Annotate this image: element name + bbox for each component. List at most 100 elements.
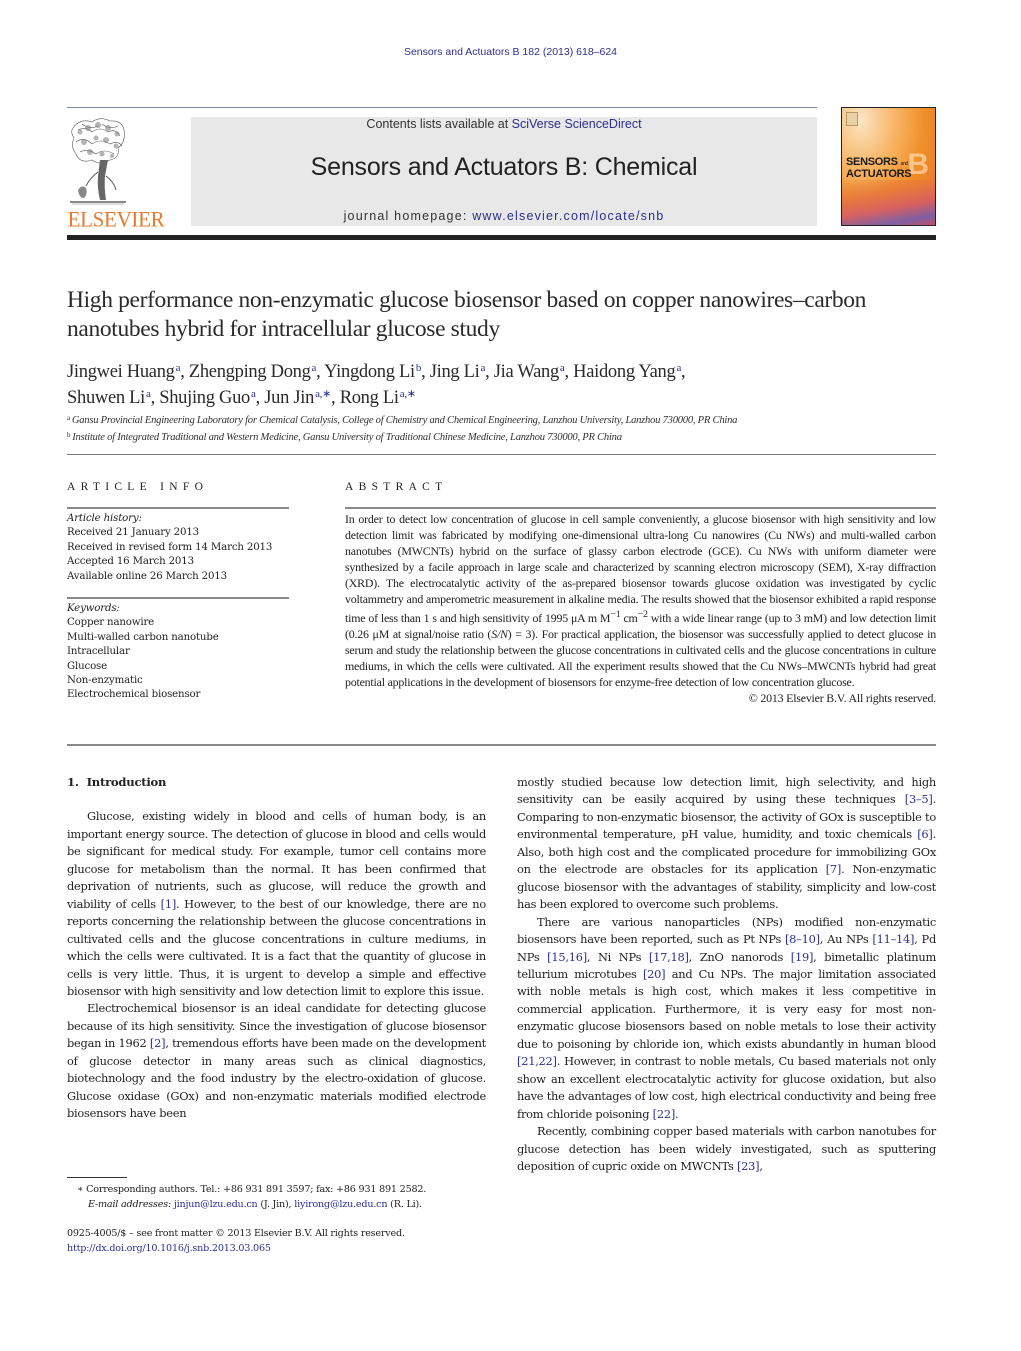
affiliation-a: a Gansu Provincial Engineering Laboratory… (67, 411, 947, 428)
abstract-bottom-rule (67, 744, 936, 746)
contents-prefix: Contents lists available at (366, 117, 512, 131)
right-paragraphs: mostly studied because low detection lim… (517, 774, 936, 1175)
author-separator: , (331, 388, 340, 408)
doi-link[interactable]: http://dx.doi.org/10.1016/j.snb.2013.03.… (67, 1241, 507, 1256)
keyword-item: Multi-walled carbon nanotube (67, 631, 219, 643)
author-name: Jia Wang (493, 362, 559, 382)
keywords-label: Keywords: (67, 603, 120, 614)
cover-word-sensors: SENSORS (846, 156, 898, 168)
citation-link[interactable]: [8–10] (785, 932, 820, 946)
section-heading-introduction: 1. Introduction (67, 774, 486, 791)
body-paragraph: Recently, combining copper based materia… (517, 1123, 936, 1175)
citation-link[interactable]: [6] (917, 827, 933, 841)
author-list: Jingwei Huanga, Zhengping Donga, Yingdon… (67, 357, 937, 409)
citation-link[interactable]: [23] (737, 1159, 760, 1173)
citation-link[interactable]: [17,18] (649, 950, 689, 964)
author-name: Jingwei Huang (67, 362, 175, 382)
email-link-jin[interactable]: jinjun@lzu.edu.cn (174, 1199, 258, 1210)
author-affiliation-link[interactable]: a,∗ (400, 388, 416, 400)
journal-reference-link[interactable]: Sensors and Actuators B 182 (2013) 618–6… (0, 46, 1021, 58)
citation-link[interactable]: [2] (150, 1036, 166, 1050)
keyword-item: Glucose (67, 660, 108, 672)
affiliation-b: b Institute of Integrated Traditional and… (67, 428, 947, 445)
abstract-body: In order to detect low concentration of … (345, 512, 936, 707)
cover-artwork (842, 180, 935, 225)
keywords-rule (67, 597, 289, 599)
affiliation-rule (67, 454, 936, 455)
body-text: , Au NPs (819, 932, 873, 947)
author-affiliation-link[interactable]: a,∗ (315, 388, 331, 400)
body-paragraph: Glucose, existing widely in blood and ce… (67, 808, 486, 1000)
author-name: Zhengping Dong (188, 362, 311, 382)
footnotes: ∗ Corresponding authors. Tel.: +86 931 8… (67, 1182, 507, 1212)
body-text: , ZnO nanorods (688, 949, 791, 964)
issn-block: 0925-4005/$ – see front matter © 2013 El… (67, 1226, 507, 1256)
body-text: mostly studied because low detection lim… (517, 775, 936, 807)
author-separator: , (564, 362, 574, 382)
article-info-rule (67, 507, 289, 509)
author-name: Yingdong Li (324, 362, 415, 382)
body-text: , Ni NPs (586, 949, 649, 964)
citation-link[interactable]: [19] (791, 950, 814, 964)
author-name: Haidong Yang (573, 362, 676, 382)
journal-cover-image: B SENSORS and ACTUATORS (841, 107, 936, 226)
affiliation-text: Gansu Provincial Engineering Laboratory … (71, 415, 738, 426)
citation-link[interactable]: [20] (643, 967, 666, 981)
keyword-item: Non-enzymatic (67, 675, 143, 687)
author-line-1: Jingwei Huanga, Zhengping Donga, Yingdon… (67, 357, 937, 383)
citation-link[interactable]: [22] (653, 1107, 676, 1121)
author-name: Shuwen Li (67, 388, 145, 408)
history-item: Received 21 January 2013 (67, 527, 199, 539)
history-item: Accepted 16 March 2013 (67, 556, 194, 568)
body-text: . (675, 1106, 679, 1121)
journal-title: Sensors and Actuators B: Chemical (310, 153, 698, 181)
superscript: −1 (610, 609, 621, 621)
email-link-li[interactable]: liyirong@lzu.edu.cn (294, 1199, 387, 1210)
body-paragraph: mostly studied because low detection lim… (517, 774, 936, 914)
article-history: Article history: Received 21 January 201… (67, 512, 292, 584)
citation-link[interactable]: [15,16] (547, 950, 587, 964)
citation-link[interactable]: [7] (826, 862, 842, 876)
history-label: Article history: (67, 513, 142, 524)
body-text: . However, in contrast to noble metals, … (517, 1054, 936, 1121)
email-note: E-mail addresses: jinjun@lzu.edu.cn (J. … (67, 1197, 507, 1212)
elsevier-logo: ELSEVIER (66, 116, 166, 232)
cover-emblem-icon (846, 112, 858, 126)
author-name: Rong Li (339, 388, 399, 408)
keyword-item: Electrochemical biosensor (67, 689, 201, 701)
email-label: E-mail addresses: (88, 1199, 174, 1210)
affiliation-mark: b (67, 431, 71, 439)
abstract-paragraph: In order to detect low concentration of … (345, 512, 936, 691)
issn-line: 0925-4005/$ – see front matter © 2013 El… (67, 1228, 405, 1239)
author-separator: , (150, 388, 160, 408)
article-info-heading: ARTICLE INFO (67, 481, 209, 493)
body-paragraph: Electrochemical biosensor is an ideal ca… (67, 1000, 486, 1122)
footnote-rule (67, 1177, 127, 1178)
affiliation-mark: a (67, 414, 70, 422)
author-name: Jun Jin (264, 388, 315, 408)
section-title: Introduction (86, 775, 167, 789)
citation-link[interactable]: [11–14] (872, 932, 914, 946)
keywords: Keywords: Copper nanowire Multi-walled c… (67, 602, 292, 703)
sciencedirect-link[interactable]: SciVerse ScienceDirect (512, 117, 642, 131)
keyword-item: Intracellular (67, 646, 130, 658)
author-separator: , (180, 362, 189, 382)
homepage-prefix: journal homepage: (343, 209, 473, 223)
citation-link[interactable]: [21,22] (517, 1054, 557, 1068)
elsevier-wordmark: ELSEVIER (67, 206, 165, 232)
left-paragraphs: Glucose, existing widely in blood and ce… (67, 808, 486, 1122)
contents-line: Contents lists available at SciVerse Sci… (191, 117, 817, 131)
cover-word-and: and (900, 161, 908, 167)
body-column-right: mostly studied because low detection lim… (517, 774, 936, 1175)
email-owner: (R. Li). (387, 1199, 422, 1210)
author-line-2: Shuwen Lia, Shujing Guoa, Jun Jina,∗, Ro… (67, 383, 937, 409)
body-paragraph: There are various nanoparticles (NPs) mo… (517, 914, 936, 1123)
affiliation-text: Institute of Integrated Traditional and … (72, 432, 622, 443)
journal-homepage-link[interactable]: www.elsevier.com/locate/snb (472, 209, 664, 223)
citation-link[interactable]: [1] (161, 897, 177, 911)
header-thick-rule (67, 235, 936, 240)
article-title: High performance non-enzymatic glucose b… (67, 287, 867, 342)
citation-link[interactable]: [3–5] (905, 792, 933, 806)
author-separator: , (255, 388, 265, 408)
keyword-item: Copper nanowire (67, 617, 155, 629)
